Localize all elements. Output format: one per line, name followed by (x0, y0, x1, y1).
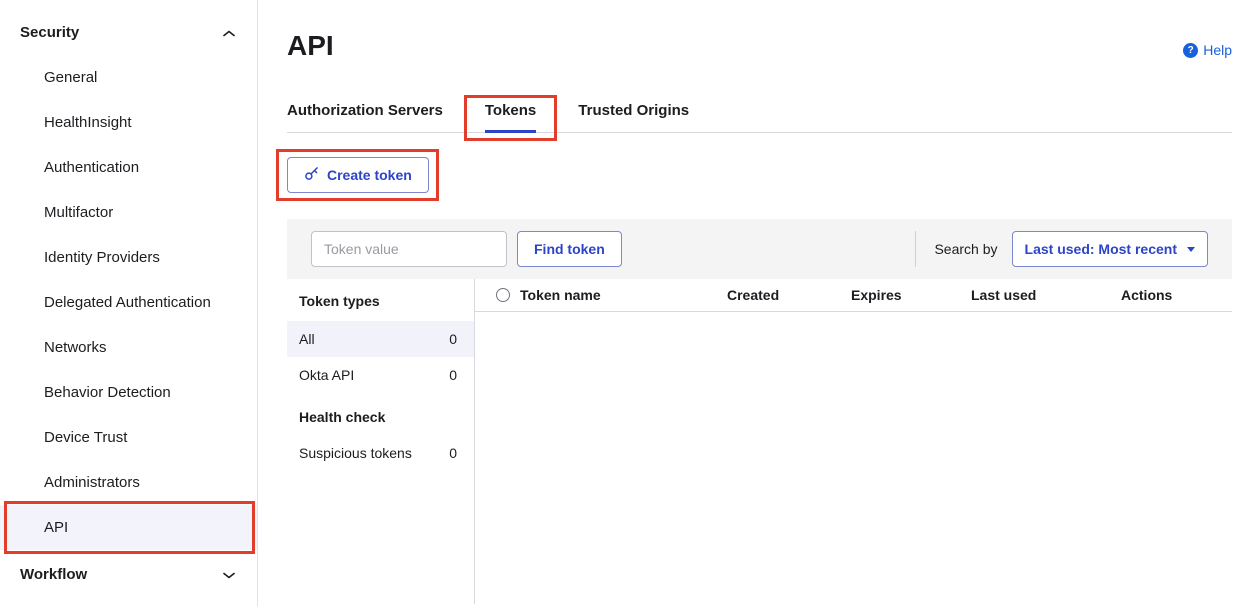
token-type-count: 0 (449, 445, 457, 461)
key-icon (304, 166, 319, 184)
chevron-down-icon (223, 566, 235, 583)
app-window: Security General HealthInsight Authentic… (0, 0, 1257, 606)
tab-tokens[interactable]: Tokens (485, 102, 536, 132)
column-expires: Expires (851, 287, 971, 303)
select-all-radio[interactable] (496, 288, 510, 302)
page-title: API (287, 30, 1232, 62)
sidebar: Security General HealthInsight Authentic… (0, 0, 258, 606)
column-last-used: Last used (971, 287, 1121, 303)
sidebar-item-api[interactable]: API (0, 505, 257, 550)
create-token-row: Create token (287, 157, 1232, 193)
panel-body: Token types All 0 Okta API 0 Health chec… (287, 279, 1232, 604)
token-type-label: Suspicious tokens (299, 445, 412, 461)
help-label: Help (1203, 42, 1232, 58)
main-content: API Help Authorization Servers Tokens Tr… (258, 0, 1257, 606)
sidebar-item-label: Multifactor (44, 204, 113, 221)
sidebar-item-label: Delegated Authentication (44, 294, 211, 311)
sidebar-item-label: API (44, 519, 68, 536)
create-token-label: Create token (327, 167, 412, 183)
sidebar-item-label: Device Trust (44, 429, 127, 446)
health-check-subheader: Health check (287, 393, 474, 435)
sidebar-item-label: General (44, 69, 97, 86)
toolbar-right: Search by Last used: Most recent (915, 231, 1208, 267)
token-value-input[interactable] (311, 231, 507, 267)
token-types-column: Token types All 0 Okta API 0 Health chec… (287, 279, 475, 604)
sidebar-item-delegated-authentication[interactable]: Delegated Authentication (0, 280, 257, 325)
search-by-label: Search by (915, 231, 1011, 267)
chevron-down-icon (1187, 247, 1195, 252)
sidebar-item-healthinsight[interactable]: HealthInsight (0, 100, 257, 145)
sidebar-section-security[interactable]: Security (0, 18, 257, 55)
annotation-box-sidebar-api (4, 501, 255, 554)
token-type-suspicious-tokens[interactable]: Suspicious tokens 0 (287, 435, 474, 471)
tokens-table-header: Token name Created Expires Last used Act… (475, 279, 1232, 312)
sidebar-nav: General HealthInsight Authentication Mul… (0, 55, 257, 550)
help-link[interactable]: Help (1183, 42, 1232, 58)
sort-dropdown-label: Last used: Most recent (1025, 241, 1177, 257)
token-type-okta-api[interactable]: Okta API 0 (287, 357, 474, 393)
tab-tokens-label: Tokens (485, 102, 536, 119)
sidebar-item-label: Networks (44, 339, 107, 356)
tokens-toolbar: Find token Search by Last used: Most rec… (287, 219, 1232, 279)
sort-dropdown[interactable]: Last used: Most recent (1012, 231, 1208, 267)
sidebar-section-workflow-label: Workflow (20, 566, 87, 583)
help-icon (1183, 43, 1198, 58)
sidebar-item-identity-providers[interactable]: Identity Providers (0, 235, 257, 280)
create-token-button[interactable]: Create token (287, 157, 429, 193)
sidebar-section-security-label: Security (20, 24, 79, 41)
token-type-count: 0 (449, 331, 457, 347)
sidebar-section-workflow[interactable]: Workflow (0, 560, 257, 589)
token-type-label: Okta API (299, 367, 354, 383)
sidebar-item-label: HealthInsight (44, 114, 132, 131)
tokens-panel: Find token Search by Last used: Most rec… (287, 219, 1232, 604)
sidebar-item-label: Behavior Detection (44, 384, 171, 401)
sidebar-item-administrators[interactable]: Administrators (0, 460, 257, 505)
find-token-button[interactable]: Find token (517, 231, 622, 267)
tab-authorization-servers[interactable]: Authorization Servers (287, 102, 443, 132)
chevron-up-icon (223, 24, 235, 41)
tab-trusted-origins[interactable]: Trusted Origins (578, 102, 689, 132)
column-token-name: Token name (520, 287, 727, 303)
column-created: Created (727, 287, 851, 303)
sidebar-item-authentication[interactable]: Authentication (0, 145, 257, 190)
tokens-table: Token name Created Expires Last used Act… (475, 279, 1232, 604)
token-types-header: Token types (287, 281, 474, 321)
sidebar-item-networks[interactable]: Networks (0, 325, 257, 370)
token-type-label: All (299, 331, 315, 347)
tab-bar: Authorization Servers Tokens Trusted Ori… (287, 102, 1232, 133)
select-all-radio-cell (496, 288, 520, 302)
token-type-count: 0 (449, 367, 457, 383)
sidebar-item-label: Authentication (44, 159, 139, 176)
sidebar-item-general[interactable]: General (0, 55, 257, 100)
sidebar-item-behavior-detection[interactable]: Behavior Detection (0, 370, 257, 415)
token-type-all[interactable]: All 0 (287, 321, 474, 357)
sidebar-item-label: Identity Providers (44, 249, 160, 266)
sidebar-item-label: Administrators (44, 474, 140, 491)
sidebar-item-multifactor[interactable]: Multifactor (0, 190, 257, 235)
sidebar-item-device-trust[interactable]: Device Trust (0, 415, 257, 460)
column-actions: Actions (1121, 287, 1232, 303)
